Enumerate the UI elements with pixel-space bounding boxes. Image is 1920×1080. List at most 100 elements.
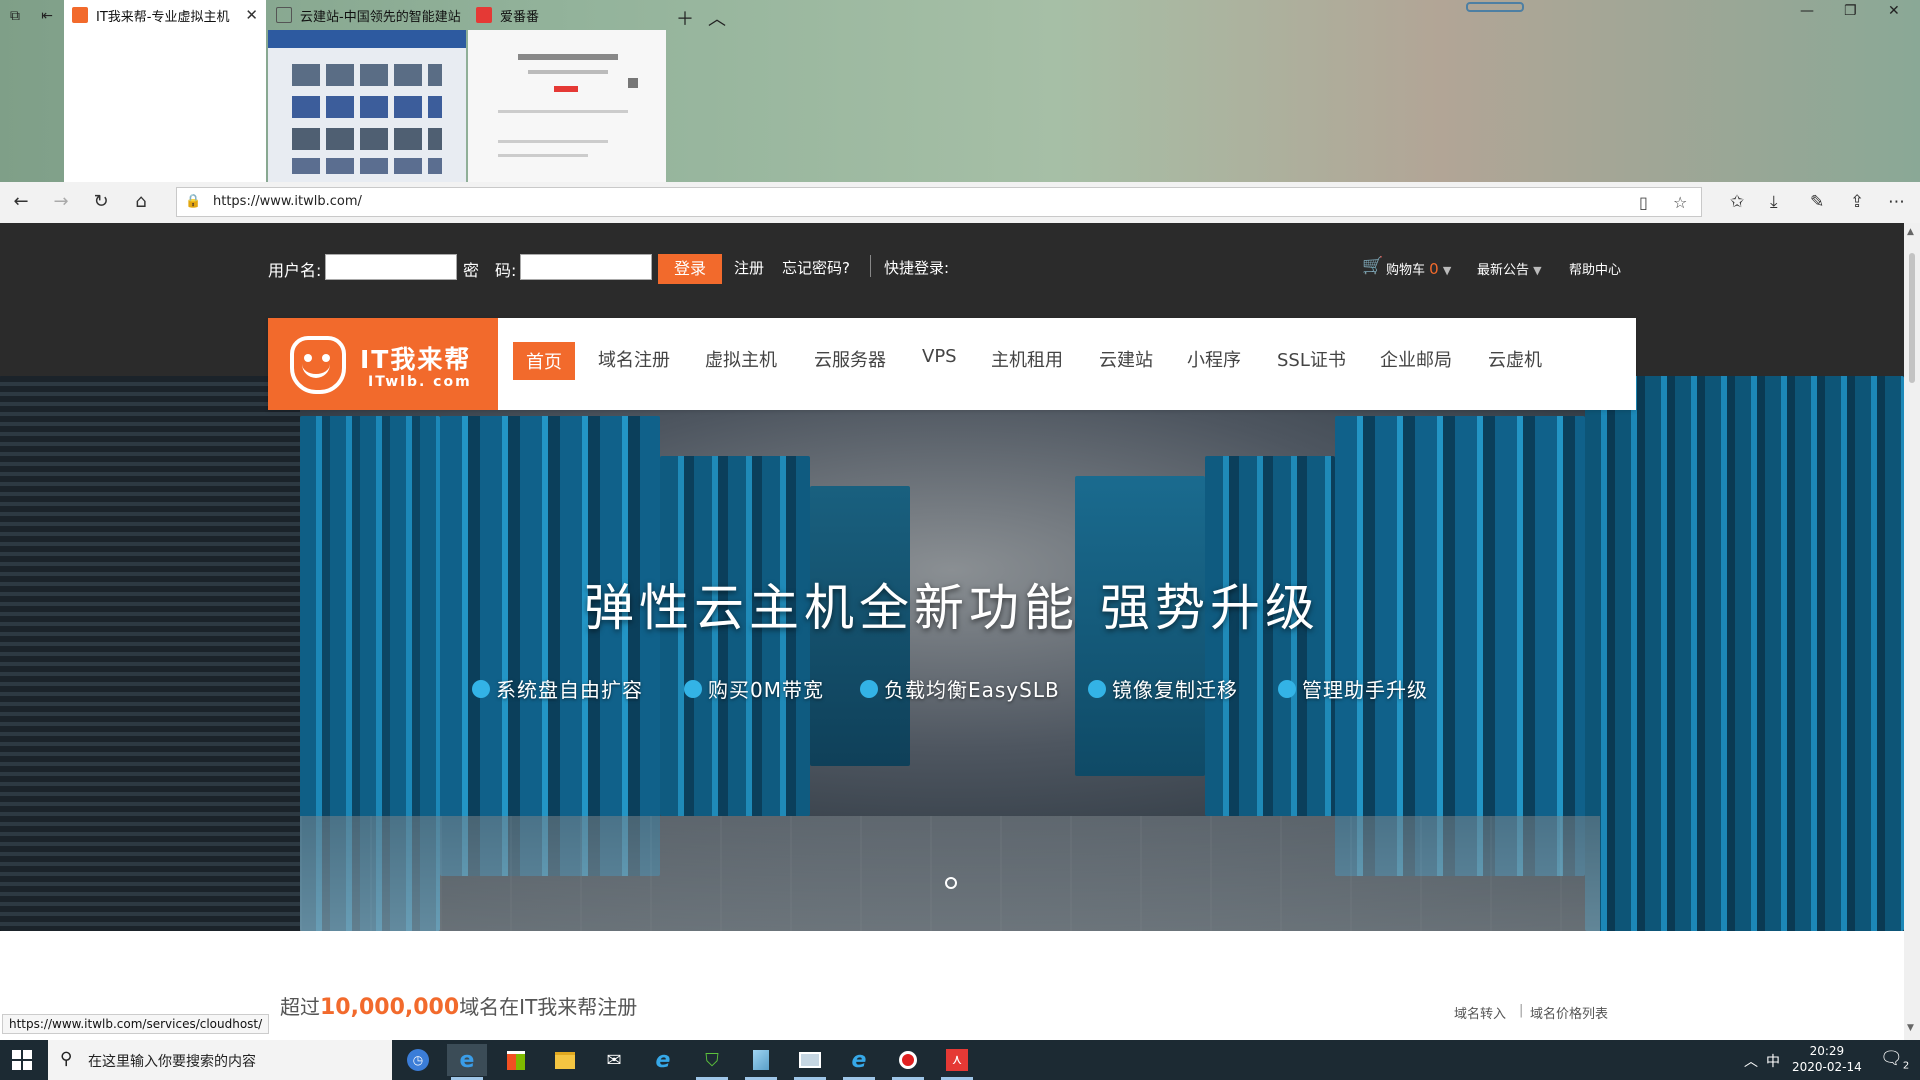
- ie-icon[interactable]: e: [643, 1044, 683, 1076]
- collapse-previews-icon[interactable]: ︿: [708, 5, 726, 31]
- restore-icon[interactable]: ❐: [1844, 3, 1857, 19]
- shopping-cart-icon[interactable]: 🛒: [1362, 256, 1383, 276]
- nav-cloud-vm[interactable]: 云虚机: [1488, 346, 1542, 372]
- ie-alt-icon[interactable]: e: [839, 1044, 879, 1080]
- cart-link[interactable]: 购物车 0 ▼: [1386, 259, 1451, 278]
- quick-login-label: 快捷登录:: [884, 259, 950, 277]
- nav-home[interactable]: 首页: [513, 342, 575, 380]
- server-rack-left: [0, 376, 300, 931]
- page-scrollbar[interactable]: ▲ ▼: [1904, 223, 1920, 1040]
- nav-vps[interactable]: VPS: [922, 346, 957, 367]
- scroll-thumb[interactable]: [1909, 253, 1915, 383]
- nav-host-rental[interactable]: 主机租用: [991, 346, 1063, 372]
- server-rack: [1335, 416, 1585, 876]
- nav-mini-program[interactable]: 小程序: [1187, 346, 1241, 372]
- announcements-label: 最新公告: [1477, 263, 1530, 278]
- tab-set-aside-icon[interactable]: ⧉: [4, 5, 26, 27]
- share-icon[interactable]: ⇪: [1850, 192, 1864, 212]
- cart-label: 购物车: [1386, 263, 1426, 278]
- clock-time: 20:29: [1809, 1044, 1845, 1058]
- chevron-down-icon: ▼: [1442, 264, 1452, 277]
- feature-text: 镜像复制迁移: [1112, 678, 1238, 702]
- bullet-dot-icon: [1088, 679, 1106, 698]
- stats-number: 10,000,000: [320, 995, 460, 1020]
- domain-transfer-link[interactable]: 域名转入: [1454, 1003, 1506, 1022]
- pdf-reader-icon[interactable]: ⋏: [937, 1044, 977, 1080]
- carousel-dot[interactable]: [945, 877, 957, 889]
- forward-arrow-icon[interactable]: →: [50, 191, 72, 212]
- screenshot-tool-icon[interactable]: [790, 1044, 830, 1080]
- aifanfan-favicon-icon: [476, 7, 492, 23]
- tab-preview-aifanfan[interactable]: [468, 30, 666, 182]
- nav-virtual-host[interactable]: 虚拟主机: [705, 346, 777, 372]
- username-input[interactable]: [325, 254, 457, 280]
- minimize-icon[interactable]: —: [1800, 3, 1814, 19]
- refresh-icon[interactable]: ↻: [90, 191, 112, 212]
- chevron-down-icon: ▼: [1533, 264, 1542, 277]
- tab-title: 云建站-中国领先的智能建站: [300, 9, 461, 25]
- scroll-up-icon[interactable]: ▲: [1907, 227, 1914, 237]
- tab-yunjianzhan[interactable]: 云建站-中国领先的智能建站: [268, 0, 466, 30]
- hero-banner[interactable]: 弹性云主机全新功能 强势升级 系统盘自由扩容 购买0M带宽 负载均衡EasySL…: [0, 376, 1904, 931]
- status-bar-url: https://www.itwlb.com/services/cloudhost…: [2, 1014, 270, 1034]
- address-url[interactable]: https://www.itwlb.com/: [213, 194, 362, 209]
- shield-security-icon[interactable]: ⛉: [692, 1044, 732, 1080]
- mail-icon[interactable]: ✉: [594, 1044, 634, 1076]
- store-icon[interactable]: [496, 1044, 536, 1076]
- register-link[interactable]: 注册: [734, 257, 764, 278]
- home-icon[interactable]: ⌂: [130, 191, 152, 212]
- tab-title: IT我来帮-专业虚拟主机: [96, 9, 230, 25]
- tray-expand-icon[interactable]: ︿: [1744, 1051, 1758, 1071]
- windows-start-icon[interactable]: [12, 1050, 32, 1070]
- tabs-aside-icon[interactable]: ⇤: [36, 5, 58, 27]
- tab-preview-itwlb[interactable]: [64, 30, 266, 182]
- nav-cloud-site[interactable]: 云建站: [1099, 346, 1153, 372]
- notepad-icon[interactable]: [741, 1044, 781, 1080]
- forgot-password-link[interactable]: 忘记密码?: [782, 257, 850, 278]
- password-label: 密 码:: [463, 261, 517, 280]
- link-separator: |: [1519, 1003, 1524, 1018]
- file-explorer-icon[interactable]: [545, 1044, 585, 1076]
- feature-item: 系统盘自由扩容: [472, 674, 643, 703]
- notification-center-icon[interactable]: 🗨2: [1880, 1048, 1909, 1072]
- lock-icon: 🔒: [185, 194, 202, 209]
- more-menu-icon[interactable]: ⋯: [1888, 192, 1905, 212]
- logo-text-cn: IT我来帮: [360, 345, 472, 374]
- username-label: 用户名:: [268, 261, 322, 280]
- windows-taskbar: ⚲ 在这里输入你要搜索的内容 ◷ e ✉ e ⛉ e ⋏ ︿ 中 20:29 2…: [0, 1040, 1920, 1080]
- site-logo[interactable]: IT我来帮 ITwlb. com: [268, 318, 498, 410]
- new-tab-icon[interactable]: ＋: [676, 5, 694, 31]
- record-icon[interactable]: [888, 1044, 928, 1080]
- nav-domain[interactable]: 域名注册: [598, 346, 670, 372]
- close-tab-icon[interactable]: ✕: [245, 6, 258, 24]
- password-input[interactable]: [520, 254, 652, 280]
- reading-view-icon[interactable]: ▯: [1639, 193, 1648, 212]
- notification-count: 2: [1902, 1060, 1910, 1072]
- favorite-star-icon[interactable]: ☆: [1673, 193, 1687, 212]
- system-clock[interactable]: 20:29 2020-02-14: [1792, 1043, 1862, 1075]
- clock-date: 2020-02-14: [1792, 1060, 1862, 1074]
- back-arrow-icon[interactable]: ←: [10, 191, 32, 212]
- feature-item: 购买0M带宽: [684, 674, 824, 703]
- favorites-hub-icon[interactable]: ✩: [1730, 192, 1744, 212]
- domain-price-list-link[interactable]: 域名价格列表: [1530, 1003, 1608, 1022]
- edge-browser-icon[interactable]: e: [447, 1044, 487, 1080]
- tab-aifanfan[interactable]: 爱番番: [468, 0, 666, 30]
- help-center-link[interactable]: 帮助中心: [1569, 259, 1621, 278]
- domain-stats: 超过10,000,000域名在IT我来帮注册: [280, 991, 637, 1020]
- nav-enterprise-mail[interactable]: 企业邮局: [1380, 346, 1452, 372]
- ime-indicator[interactable]: 中: [1766, 1051, 1780, 1071]
- taskbar-search[interactable]: ⚲ 在这里输入你要搜索的内容: [48, 1040, 392, 1080]
- announcements-link[interactable]: 最新公告 ▼: [1477, 259, 1542, 278]
- login-button[interactable]: 登录: [658, 254, 722, 284]
- task-view-icon[interactable]: ◷: [398, 1044, 438, 1076]
- nav-ssl[interactable]: SSL证书: [1277, 346, 1346, 372]
- address-bar[interactable]: 🔒 https://www.itwlb.com/ ▯ ☆: [176, 187, 1702, 217]
- nav-cloud-server[interactable]: 云服务器: [814, 346, 886, 372]
- tab-itwlb[interactable]: IT我来帮-专业虚拟主机 ✕: [64, 0, 266, 30]
- tab-preview-yunjianzhan[interactable]: [268, 30, 466, 182]
- pen-notes-icon[interactable]: ✎: [1810, 192, 1824, 212]
- download-icon[interactable]: ⤓: [1770, 192, 1778, 212]
- scroll-down-icon[interactable]: ▼: [1907, 1023, 1914, 1033]
- close-window-icon[interactable]: ✕: [1888, 3, 1900, 19]
